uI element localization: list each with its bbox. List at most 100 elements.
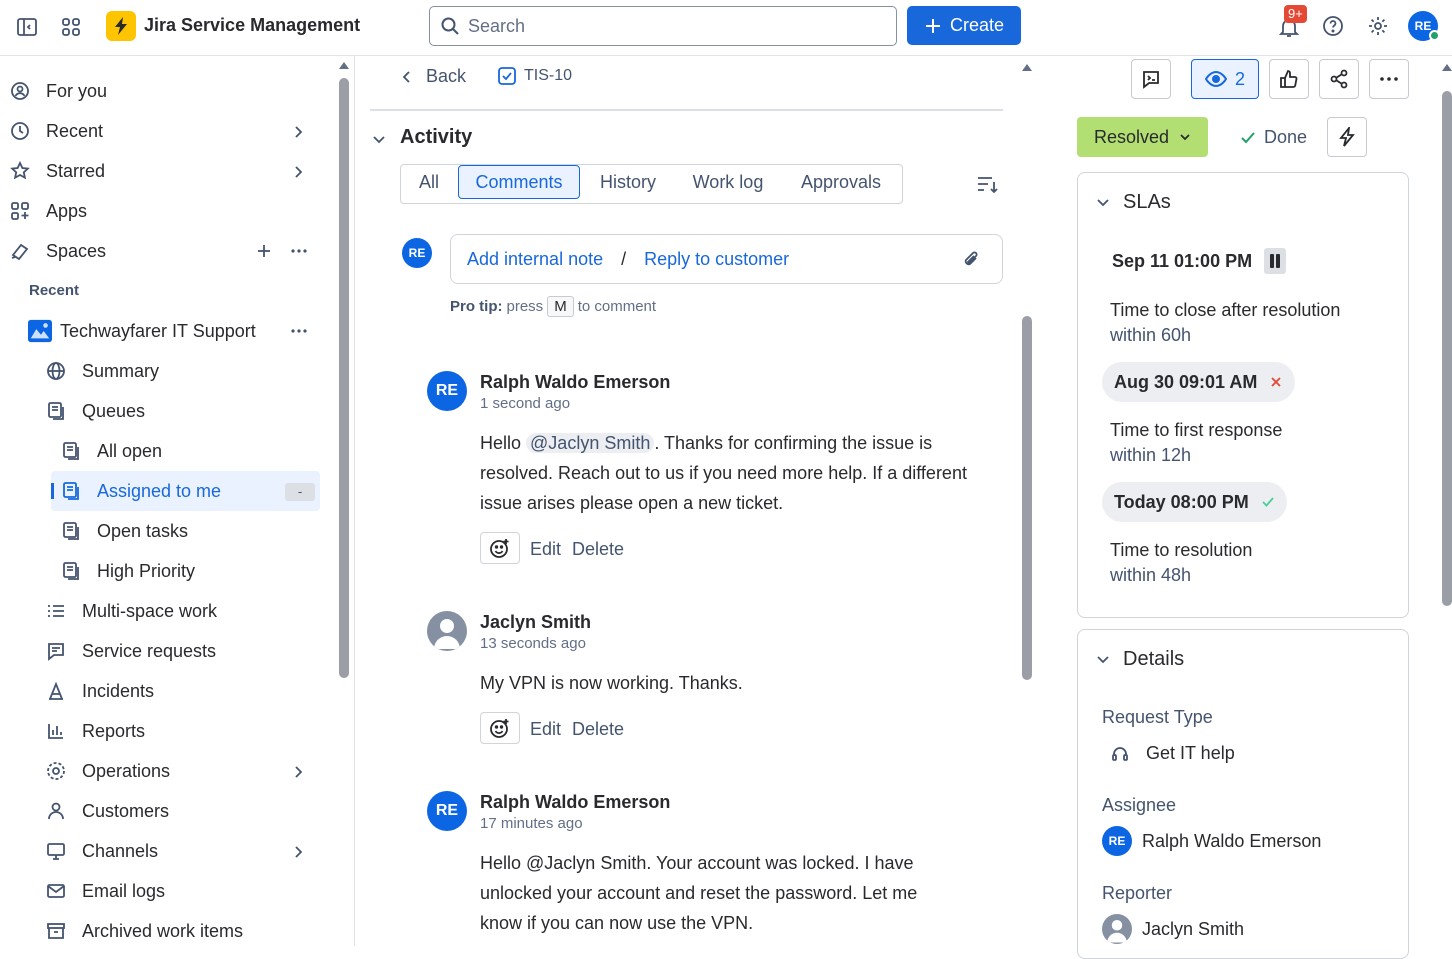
mention-chip[interactable]: @Jaclyn Smith — [526, 433, 655, 453]
sidebar-item-queues[interactable]: Queues — [44, 391, 145, 431]
assignee-value[interactable]: RE Ralph Waldo Emerson — [1102, 826, 1321, 856]
chevron-right-icon[interactable] — [290, 124, 306, 140]
sidebar-scrollbar[interactable] — [339, 78, 349, 678]
comment-time: 13 seconds ago — [480, 635, 586, 652]
main-scrollbar[interactable] — [1022, 316, 1032, 680]
details-collapse-icon[interactable] — [1096, 652, 1110, 666]
sidebar-item-incidents[interactable]: Incidents — [44, 671, 154, 711]
spaces-icon — [8, 241, 32, 261]
edit-comment-button[interactable]: Edit — [530, 719, 561, 740]
comment-editor[interactable]: Add internal note / Reply to customer — [450, 234, 1003, 284]
activity-collapse-icon[interactable] — [372, 132, 386, 146]
reply-to-customer-link[interactable]: Reply to customer — [644, 249, 789, 270]
watch-button[interactable]: 2 — [1191, 59, 1259, 99]
sidebar-item-archived[interactable]: Archived work items — [44, 911, 243, 951]
chevron-right-icon[interactable] — [290, 844, 306, 860]
app-switcher-icon[interactable] — [58, 14, 84, 40]
chat-icon — [44, 641, 68, 661]
sidebar-item-operations[interactable]: Operations — [44, 751, 170, 791]
right-scroll-up-icon[interactable] — [1442, 64, 1452, 71]
comment-text: Hello — [480, 433, 527, 453]
comment-author[interactable]: Ralph Waldo Emerson — [480, 372, 670, 393]
app-title[interactable]: Jira Service Management — [144, 15, 360, 36]
create-button[interactable]: Create — [907, 6, 1021, 45]
add-space-icon[interactable] — [256, 243, 272, 259]
smiley-icon — [490, 719, 509, 738]
pro-tip-press: press — [506, 298, 544, 315]
sidebar-item-multi-space[interactable]: Multi-space work — [44, 591, 217, 631]
tab-work-log[interactable]: Work log — [682, 165, 774, 199]
add-reaction-button[interactable] — [480, 532, 520, 564]
search-input[interactable] — [468, 15, 868, 37]
sidebar-item-service-requests[interactable]: Service requests — [44, 631, 216, 671]
sidebar-item-open-tasks[interactable]: Open tasks — [59, 511, 188, 551]
help-icon[interactable] — [1320, 13, 1346, 39]
recent-section-header: Recent — [29, 282, 80, 299]
share-button[interactable] — [1319, 59, 1359, 99]
apps-grid-icon — [8, 201, 32, 221]
done-indicator[interactable]: Done — [1240, 127, 1307, 148]
slas-collapse-icon[interactable] — [1096, 195, 1110, 209]
request-type-value[interactable]: Get IT help — [1110, 743, 1235, 764]
right-scrollbar[interactable] — [1442, 91, 1452, 606]
automation-button[interactable] — [1327, 117, 1367, 157]
sidebar-scroll-up-icon[interactable] — [339, 62, 349, 69]
chevron-right-icon[interactable] — [290, 164, 306, 180]
tab-history[interactable]: History — [588, 165, 668, 199]
comment-author[interactable]: Ralph Waldo Emerson — [480, 792, 670, 813]
delete-comment-button[interactable]: Delete — [572, 719, 624, 740]
tab-approvals[interactable]: Approvals — [790, 165, 892, 199]
feedback-icon — [1143, 71, 1159, 89]
incident-icon — [44, 681, 68, 701]
sidebar-item-summary[interactable]: Summary — [44, 351, 159, 391]
sidebar-item-all-open[interactable]: All open — [59, 431, 162, 471]
comment-author[interactable]: Jaclyn Smith — [480, 612, 591, 633]
reporter-value[interactable]: Jaclyn Smith — [1102, 914, 1244, 944]
sla-date: Aug 30 09:01 AM — [1114, 371, 1258, 392]
sidebar-item-assigned-to-me[interactable]: Assigned to me — [59, 471, 221, 511]
add-internal-note-link[interactable]: Add internal note — [467, 249, 603, 270]
assigned-count-badge: - — [285, 483, 315, 501]
reporter-avatar — [1102, 914, 1132, 944]
spaces-more-icon[interactable] — [290, 242, 308, 260]
settings-gear-icon[interactable] — [1365, 13, 1391, 39]
sidebar-toggle-icon[interactable] — [14, 14, 40, 40]
pro-tip-label: Pro tip: — [450, 298, 503, 315]
online-status-dot — [1429, 30, 1440, 41]
back-button[interactable]: Back — [400, 66, 466, 87]
sidebar-item-starred[interactable]: Starred — [8, 151, 105, 191]
issue-key-link[interactable]: TIS-10 — [498, 67, 572, 85]
main-scroll-up-icon[interactable] — [1022, 64, 1032, 71]
feedback-button[interactable] — [1131, 59, 1171, 99]
project-more-icon[interactable] — [290, 322, 308, 340]
sort-icon[interactable] — [976, 174, 998, 194]
request-type-label: Request Type — [1102, 707, 1213, 727]
sidebar-item-apps[interactable]: Apps — [8, 191, 87, 231]
breached-x-icon — [1271, 377, 1282, 387]
tab-comments[interactable]: Comments — [458, 165, 580, 199]
chevron-right-icon[interactable] — [290, 764, 306, 780]
jira-logo-icon[interactable] — [106, 11, 136, 41]
sidebar-item-high-priority[interactable]: High Priority — [59, 551, 195, 591]
sla-label: Time to first response — [1110, 420, 1283, 440]
status-dropdown[interactable]: Resolved — [1077, 117, 1208, 157]
sidebar-item-reports[interactable]: Reports — [44, 711, 145, 751]
sidebar-item-email-logs[interactable]: Email logs — [44, 871, 165, 911]
comment-body: Hello @Jaclyn Smith. Thanks for confirmi… — [480, 428, 970, 518]
more-actions-button[interactable] — [1369, 59, 1409, 99]
attachment-icon[interactable] — [961, 249, 981, 269]
search-bar[interactable] — [429, 6, 897, 46]
delete-comment-button[interactable]: Delete — [572, 539, 624, 560]
edit-comment-button[interactable]: Edit — [530, 539, 561, 560]
sidebar-item-for-you[interactable]: For you — [8, 71, 107, 111]
sidebar-item-recent[interactable]: Recent — [8, 111, 103, 151]
add-reaction-button[interactable] — [480, 712, 520, 744]
sidebar-item-project[interactable]: Techwayfarer IT Support — [28, 311, 256, 351]
sla-date-badge: Today 08:00 PM — [1102, 482, 1287, 522]
sidebar-item-customers[interactable]: Customers — [44, 791, 169, 831]
like-button[interactable] — [1269, 59, 1309, 99]
sidebar-item-channels[interactable]: Channels — [44, 831, 158, 871]
sidebar-item-spaces[interactable]: Spaces — [8, 231, 106, 271]
tab-all[interactable]: All — [406, 165, 452, 199]
top-bar: Jira Service Management Create 9+ RE — [0, 0, 1452, 56]
